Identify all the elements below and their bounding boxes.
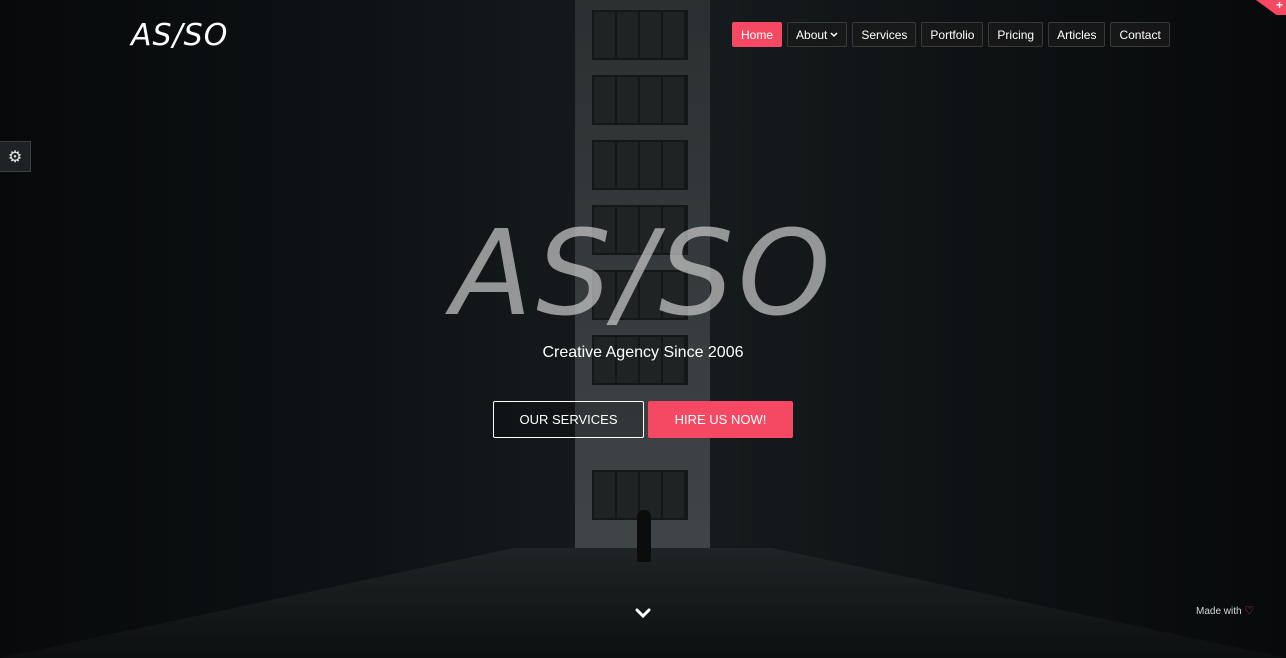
nav-item-label: Home bbox=[741, 27, 774, 42]
nav-item-pricing[interactable]: Pricing bbox=[988, 22, 1044, 47]
nav-item-about[interactable]: About bbox=[787, 22, 848, 47]
corner-ribbon[interactable]: + bbox=[1256, 0, 1286, 15]
heart-icon: ♡ bbox=[1244, 605, 1255, 617]
nav-item-home[interactable]: Home bbox=[732, 22, 783, 47]
hero-subtitle: Creative Agency Since 2006 bbox=[542, 344, 744, 361]
nav-item-label: Contact bbox=[1119, 27, 1161, 42]
nav-item-label: About bbox=[796, 27, 828, 42]
settings-toggle[interactable]: ⚙ bbox=[0, 141, 31, 172]
nav-item-portfolio[interactable]: Portfolio bbox=[921, 22, 984, 47]
hire-us-button[interactable]: HIRE US NOW! bbox=[648, 401, 793, 438]
nav-item-label: Articles bbox=[1057, 27, 1097, 42]
hero-title: AS/SO bbox=[451, 204, 835, 342]
made-with-credit: Made with ♡ bbox=[1196, 604, 1254, 617]
nav-item-contact[interactable]: Contact bbox=[1110, 22, 1170, 47]
plus-icon: + bbox=[1275, 0, 1283, 12]
our-services-button[interactable]: OUR SERVICES bbox=[493, 401, 644, 438]
made-with-label: Made with bbox=[1196, 606, 1242, 617]
nav-item-label: Pricing bbox=[997, 27, 1035, 42]
page: AS/SO Home About Services Portfolio Pric… bbox=[0, 0, 1286, 658]
scroll-down-button[interactable] bbox=[633, 606, 653, 626]
nav-item-articles[interactable]: Articles bbox=[1048, 22, 1106, 47]
chevron-down-icon bbox=[830, 30, 838, 40]
nav-item-services[interactable]: Services bbox=[852, 22, 917, 47]
nav-item-label: Services bbox=[861, 27, 908, 42]
gear-icon: ⚙ bbox=[7, 148, 23, 166]
main-nav: Home About Services Portfolio Pricing Ar… bbox=[732, 22, 1170, 47]
site-logo[interactable]: AS/SO bbox=[131, 18, 228, 53]
chevron-down-icon bbox=[635, 607, 651, 625]
nav-item-label: Portfolio bbox=[930, 27, 975, 42]
